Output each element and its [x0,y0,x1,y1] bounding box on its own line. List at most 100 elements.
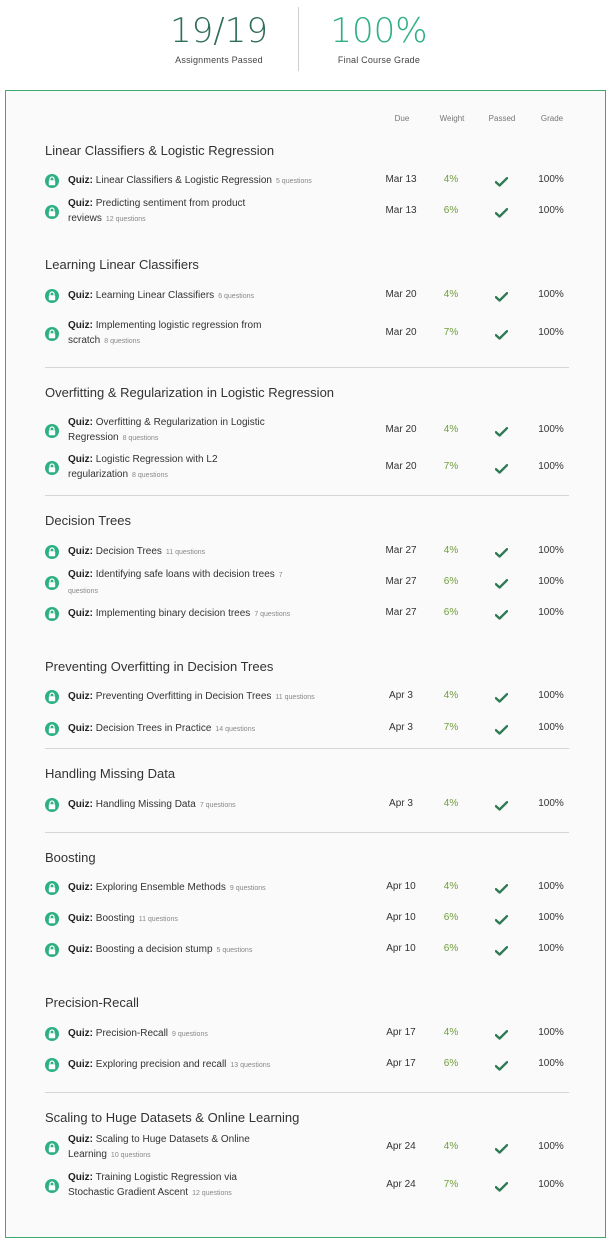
assignment-name[interactable]: Predicting sentiment from product review… [68,198,245,224]
question-count: 9 questions [229,885,266,892]
assignment-title[interactable]: Quiz: Learning Linear Classifiers 6 quest… [68,288,378,304]
assignment-name[interactable]: Handling Missing Data [96,799,196,810]
lock-icon [45,1027,59,1041]
assignment-type: Quiz: [68,320,93,331]
assignment-name[interactable]: Boosting a decision stump [96,944,213,955]
assignment-type: Quiz: [68,882,93,893]
grade-value: 100% [538,943,564,954]
column-header-grade: Grade [540,114,564,123]
section-title: Preventing Overfitting in Decision Trees [45,659,274,674]
question-count: 7 questions [199,802,236,809]
assignment-title[interactable]: Quiz: Identifying safe loans with decisi… [68,567,283,599]
assignment-type: Quiz: [68,454,93,465]
assignment-title[interactable]: Quiz: Implementing binary decision trees… [68,606,378,622]
final-grade-stat: 100% Final Course Grade [279,8,479,65]
assignment-type: Quiz: [68,1172,93,1183]
question-count: 8 questions [122,435,159,442]
question-count: 8 questions [104,338,141,345]
assignment-name[interactable]: Boosting [96,913,135,924]
assignment-title[interactable]: Quiz: Exploring precision and recall 13 q… [68,1057,378,1073]
assignment-type: Quiz: [68,175,93,186]
assignment-type: Quiz: [68,1028,93,1039]
assignment-name[interactable]: Decision Trees [96,546,162,557]
assignment-title[interactable]: Quiz: Training Logistic Regression via S… [68,1170,283,1201]
grade-value: 100% [538,205,564,216]
assignment-title[interactable]: Quiz: Decision Trees 11 questions [68,544,378,560]
assignment-row[interactable]: Quiz: Exploring Ensemble Methods 9 questi… [45,880,569,896]
assignment-name[interactable]: Learning Linear Classifiers [96,290,214,301]
assignments-table: Due Weight Passed Grade Linear Classifie… [5,90,606,1238]
grade-value: 100% [538,545,564,556]
assignment-name[interactable]: Identifying safe loans with decision tre… [96,569,275,580]
lock-icon [45,1141,59,1155]
assignment-row[interactable]: Quiz: Overfitting & Regularization in Lo… [45,417,569,443]
lock-icon [45,174,59,188]
assignment-title[interactable]: Quiz: Implementing logistic regression f… [68,318,283,349]
assignment-title[interactable]: Quiz: Overfitting & Regularization in Lo… [68,415,283,446]
question-count: 7 questions [254,611,291,618]
assignment-title[interactable]: Quiz: Boosting 11 questions [68,911,378,927]
assignment-row[interactable]: Quiz: Decision Trees in Practice 14 quest… [45,721,569,737]
assignment-name[interactable]: Scaling to Huge Datasets & Online Learni… [68,1134,250,1160]
lock-icon [45,690,59,704]
lock-icon [45,545,59,559]
question-count: 12 questions [192,1190,232,1197]
assignment-row[interactable]: Quiz: Training Logistic Regression via S… [45,1172,569,1198]
assignment-row[interactable]: Quiz: Boosting a decision stump 5 questio… [45,942,569,958]
section-divider [45,495,569,496]
section-title: Linear Classifiers & Logistic Regression [45,143,275,158]
assignment-title[interactable]: Quiz: Logistic Regression with L2 regula… [68,452,283,483]
assignment-row[interactable]: Quiz: Logistic Regression with L2 regula… [45,454,569,480]
assignment-row[interactable]: Quiz: Predicting sentiment from product … [45,198,569,224]
assignment-type: Quiz: [68,546,93,557]
assignment-title[interactable]: Quiz: Handling Missing Data 7 questions [68,797,378,813]
assignment-name[interactable]: Implementing binary decision trees [96,608,251,619]
assignment-row[interactable]: Quiz: Scaling to Huge Datasets & Online … [45,1134,569,1160]
lock-icon [45,327,59,341]
assignment-title[interactable]: Quiz: Scaling to Huge Datasets & Online … [68,1132,283,1163]
question-count: 9 questions [172,1031,208,1038]
assignment-name[interactable]: Exploring Ensemble Methods [96,882,226,893]
assignment-type: Quiz: [68,723,93,734]
assignment-name[interactable]: Exploring precision and recall [96,1059,227,1070]
section-divider [45,1092,569,1093]
assignment-type: Quiz: [68,691,93,702]
assignment-title[interactable]: Quiz: Precision-Recall 9 questions [68,1026,378,1042]
section-divider [45,748,569,749]
assignment-title[interactable]: Quiz: Predicting sentiment from product … [68,196,283,227]
assignment-row[interactable]: Quiz: Decision Trees 11 questions Mar 27 4%… [45,544,569,560]
assignment-row[interactable]: Quiz: Implementing logistic regression f… [45,320,569,346]
assignment-row[interactable]: Quiz: Preventing Overfitting in Decision… [45,689,569,705]
assignment-title[interactable]: Quiz: Linear Classifiers & Logistic Regr… [68,173,378,189]
assignment-row[interactable]: Quiz: Identifying safe loans with decisi… [45,569,569,595]
section-divider [45,367,569,368]
assignment-title[interactable]: Quiz: Boosting a decision stump 5 questio… [68,942,378,958]
lock-icon [45,424,59,438]
lock-icon [45,1179,59,1193]
assignment-row[interactable]: Quiz: Exploring precision and recall 13 q… [45,1057,569,1073]
assignment-row[interactable]: Quiz: Linear Classifiers & Logistic Regr… [45,173,569,189]
grade-value: 100% [538,1179,564,1190]
assignment-title[interactable]: Quiz: Preventing Overfitting in Decision… [68,689,378,705]
assignment-title[interactable]: Quiz: Exploring Ensemble Methods 9 questi… [68,880,378,896]
assignment-row[interactable]: Quiz: Precision-Recall 9 questions Apr 17 4… [45,1026,569,1042]
assignment-name[interactable]: Preventing Overfitting in Decision Trees [96,691,272,702]
assignment-name[interactable]: Linear Classifiers & Logistic Regression [96,175,272,186]
grade-value: 100% [538,881,564,892]
assignment-type: Quiz: [68,569,93,580]
grade-value: 100% [538,607,564,618]
assignment-row[interactable]: Quiz: Learning Linear Classifiers 6 quest… [45,288,569,304]
assignment-name[interactable]: Precision-Recall [96,1028,168,1039]
assignment-title[interactable]: Quiz: Decision Trees in Practice 14 quest… [68,721,378,737]
grade-value: 100% [538,576,564,587]
section-title: Decision Trees [45,513,131,528]
question-count: 5 questions [275,178,312,185]
lock-icon [45,912,59,926]
assignment-name[interactable]: Decision Trees in Practice [96,723,212,734]
assignment-name[interactable]: Implementing logistic regression from sc… [68,320,261,346]
assignment-row[interactable]: Quiz: Handling Missing Data 7 questions Ap… [45,797,569,813]
question-count: 10 questions [110,1152,151,1159]
assignment-name[interactable]: Overfitting & Regularization in Logistic… [68,417,265,443]
assignment-row[interactable]: Quiz: Implementing binary decision trees… [45,606,569,622]
assignment-row[interactable]: Quiz: Boosting 11 questions Apr 10 6% 100% [45,911,569,927]
